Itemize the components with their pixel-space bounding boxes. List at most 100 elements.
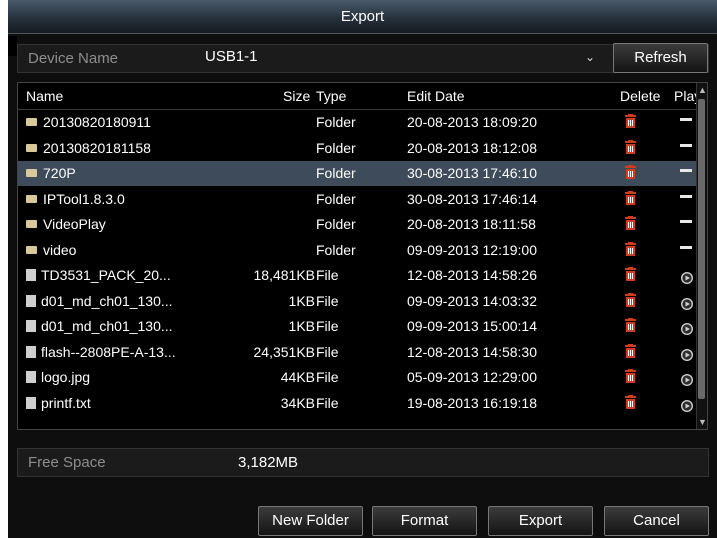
scroll-down-icon[interactable]: ▼ <box>698 417 707 427</box>
trash-icon[interactable] <box>624 343 637 358</box>
row-type: Folder <box>316 190 356 207</box>
table-row[interactable]: d01_md_ch01_130... 1KB File 09-09-2013 15:0… <box>18 314 707 339</box>
table-row[interactable]: 720P Folder 30-08-2013 17:46:10 <box>18 161 707 186</box>
row-name: TD3531_PACK_20... <box>26 267 171 283</box>
table-row[interactable]: flash--2808PE-A-13... 24,351KB File 12-08-2… <box>18 340 707 365</box>
row-size: 1KB <box>288 318 315 334</box>
file-icon <box>26 320 36 332</box>
row-name: flash--2808PE-A-13... <box>26 344 176 360</box>
row-edit-date: 30-08-2013 17:46:14 <box>407 190 537 207</box>
table-row[interactable]: IPTool1.8.3.0 Folder 30-08-2013 17:46:14 <box>18 187 707 212</box>
trash-icon[interactable] <box>624 114 637 128</box>
row-edit-date: 12-08-2013 14:58:30 <box>407 343 537 360</box>
table-row[interactable]: VideoPlay Folder 20-08-2013 18:11:58 <box>18 212 707 237</box>
row-name: video <box>26 242 76 258</box>
row-type: File <box>316 394 339 411</box>
file-icon <box>26 371 36 383</box>
play-icon[interactable] <box>680 373 694 387</box>
row-edit-date: 12-08-2013 14:58:26 <box>407 267 537 283</box>
play-icon[interactable] <box>680 271 694 285</box>
title-edge-block <box>8 36 17 56</box>
row-name: printf.txt <box>26 395 91 411</box>
dash-icon <box>680 220 692 223</box>
trash-icon[interactable] <box>624 394 637 409</box>
dash-icon <box>680 194 692 198</box>
row-type: Folder <box>316 139 356 156</box>
dash-icon <box>680 143 692 147</box>
row-size: 44KB <box>280 369 315 385</box>
trash-icon[interactable] <box>624 241 637 256</box>
play-icon[interactable] <box>680 399 694 413</box>
trash-icon[interactable] <box>624 292 637 307</box>
row-name: 720P <box>26 165 76 181</box>
folder-icon <box>26 118 37 126</box>
export-button[interactable]: Export <box>488 506 593 536</box>
row-edit-date: 20-08-2013 18:09:20 <box>407 114 537 130</box>
row-size: 34KB <box>280 394 315 411</box>
row-name: d01_md_ch01_130... <box>26 293 173 309</box>
table-row[interactable]: printf.txt 34KB File 19-08-2013 16:19:18 <box>18 391 707 416</box>
row-edit-date: 19-08-2013 16:19:18 <box>407 394 537 411</box>
row-name: VideoPlay <box>26 216 106 232</box>
cancel-button[interactable]: Cancel <box>604 506 709 536</box>
folder-icon <box>26 143 37 152</box>
row-type: File <box>316 343 339 360</box>
row-type: File <box>316 267 339 283</box>
device-select[interactable]: USB1-1 ⌄ <box>193 45 603 72</box>
row-type: Folder <box>316 114 356 130</box>
trash-icon[interactable] <box>624 139 637 154</box>
free-space-value: 3,182MB <box>238 454 299 471</box>
format-button[interactable]: Format <box>372 506 477 536</box>
row-edit-date: 20-08-2013 18:12:08 <box>407 139 537 156</box>
table-row[interactable]: d01_md_ch01_130... 1KB File 09-09-2013 14:0… <box>18 289 707 314</box>
device-name-label: Device Name <box>28 50 119 67</box>
scrollbar-thumb[interactable] <box>698 99 705 399</box>
play-icon[interactable] <box>680 322 694 336</box>
row-name: IPTool1.8.3.0 <box>26 191 125 207</box>
table-scrollbar[interactable]: ▲ ▼ <box>696 83 707 429</box>
free-space-label: Free Space <box>28 454 106 471</box>
row-size: 18,481KB <box>253 267 316 283</box>
row-name: 20130820181158 <box>26 140 151 156</box>
trash-icon[interactable] <box>624 190 637 205</box>
row-edit-date: 09-09-2013 12:19:00 <box>407 241 537 258</box>
folder-icon <box>26 245 37 254</box>
table-row[interactable]: video Folder 09-09-2013 12:19:00 <box>18 238 707 263</box>
header-type[interactable]: Type <box>316 88 346 104</box>
play-icon[interactable] <box>680 348 694 362</box>
header-name[interactable]: Name <box>26 88 63 104</box>
table-row[interactable]: 20130820180911 Folder 20-08-2013 18:09:20 <box>18 110 707 135</box>
row-name: 20130820180911 <box>26 114 151 130</box>
row-edit-date: 20-08-2013 18:11:58 <box>407 216 536 232</box>
dash-icon <box>680 169 692 172</box>
trash-icon[interactable] <box>624 267 637 281</box>
chevron-down-icon: ⌄ <box>584 50 595 64</box>
header-size[interactable]: Size <box>283 88 310 104</box>
trash-icon[interactable] <box>624 165 637 179</box>
file-icon <box>26 269 36 281</box>
row-type: File <box>316 318 339 334</box>
play-icon[interactable] <box>680 297 694 311</box>
header-edit-date[interactable]: Edit Date <box>407 88 465 104</box>
row-type: File <box>316 292 339 309</box>
folder-icon <box>26 169 37 177</box>
table-row[interactable]: logo.jpg 44KB File 05-09-2013 12:29:00 <box>18 365 707 390</box>
trash-icon[interactable] <box>624 216 637 230</box>
folder-icon <box>26 194 37 203</box>
row-type: Folder <box>316 165 356 181</box>
table-row[interactable]: TD3531_PACK_20... 18,481KB File 12-08-2013 … <box>18 263 707 288</box>
row-name: logo.jpg <box>26 369 90 385</box>
dash-icon <box>680 245 692 249</box>
header-delete: Delete <box>620 88 661 104</box>
export-dialog: Export Device Name USB1-1 ⌄ Refresh Name… <box>8 0 717 538</box>
scroll-up-icon[interactable]: ▲ <box>698 85 707 95</box>
file-icon <box>26 294 36 307</box>
trash-icon[interactable] <box>624 369 637 383</box>
trash-icon[interactable] <box>624 318 637 332</box>
table-row[interactable]: 20130820181158 Folder 20-08-2013 18:12:08 <box>18 136 707 161</box>
row-edit-date: 30-08-2013 17:46:10 <box>407 165 537 181</box>
folder-icon <box>26 220 37 228</box>
row-name: d01_md_ch01_130... <box>26 318 173 334</box>
new-folder-button[interactable]: New Folder <box>258 506 363 536</box>
refresh-button[interactable]: Refresh <box>613 43 708 73</box>
